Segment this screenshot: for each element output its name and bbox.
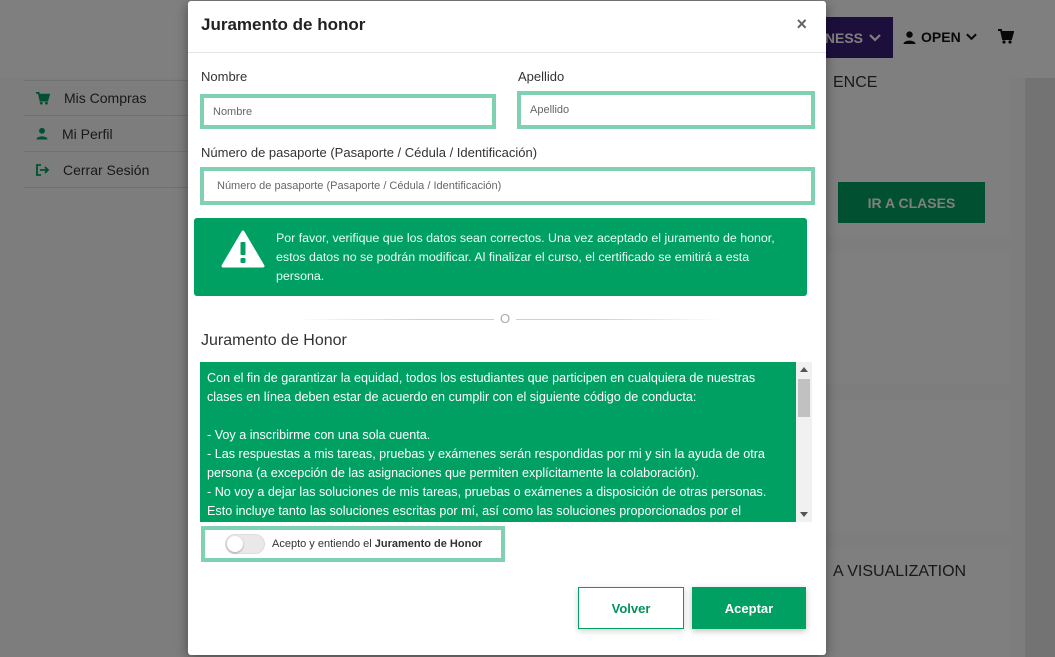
honor-oath-modal: Juramento de honor × Nombre Apellido Núm… — [188, 1, 826, 655]
accept-oath-toggle[interactable] — [225, 534, 265, 554]
accept-oath-row: Acepto y entiendo el Juramento de Honor — [201, 526, 505, 562]
modal-title: Juramento de honor — [201, 15, 366, 34]
oath-spacer — [207, 407, 787, 426]
passport-field[interactable] — [200, 167, 815, 205]
scroll-up-icon[interactable] — [800, 367, 808, 372]
scrollbar-thumb[interactable] — [798, 379, 810, 417]
oath-scrollbar[interactable] — [796, 362, 812, 522]
oath-line: - Voy a inscribirme con una sola cuenta. — [207, 428, 431, 442]
modal-header: Juramento de honor × — [188, 1, 826, 53]
accept-button[interactable]: Aceptar — [692, 587, 806, 629]
divider-label: O — [494, 311, 516, 326]
data-warning-alert: Por favor, verifique que los datos sean … — [194, 218, 807, 296]
accept-label-prefix: Acepto y entiendo el — [272, 538, 372, 550]
oath-text-box[interactable]: Con el fin de garantizar la equidad, tod… — [200, 362, 812, 522]
passport-label: Número de pasaporte (Pasaporte / Cédula … — [201, 145, 538, 160]
accept-oath-label: Acepto y entiendo el Juramento de Honor — [272, 538, 482, 550]
oath-text: Con el fin de garantizar la equidad, tod… — [207, 369, 787, 521]
oath-heading: Juramento de Honor — [201, 332, 347, 349]
first-name-field[interactable] — [200, 94, 496, 129]
accept-label-bold: Juramento de Honor — [374, 538, 483, 550]
warning-icon — [221, 230, 265, 268]
oath-line: - No voy a dejar las soluciones de mis t… — [207, 485, 767, 518]
toggle-knob — [227, 536, 243, 552]
last-name-field[interactable] — [517, 91, 815, 129]
last-name-label: Apellido — [518, 69, 565, 84]
alert-message: Por favor, verifique que los datos sean … — [276, 231, 775, 283]
first-name-label: Nombre — [201, 69, 248, 84]
close-icon[interactable]: × — [796, 14, 807, 35]
scroll-down-icon[interactable] — [800, 512, 808, 517]
oath-line: - Las respuestas a mis tareas, pruebas y… — [207, 447, 765, 480]
oath-intro: Con el fin de garantizar la equidad, tod… — [207, 371, 756, 404]
back-button[interactable]: Volver — [578, 587, 684, 629]
